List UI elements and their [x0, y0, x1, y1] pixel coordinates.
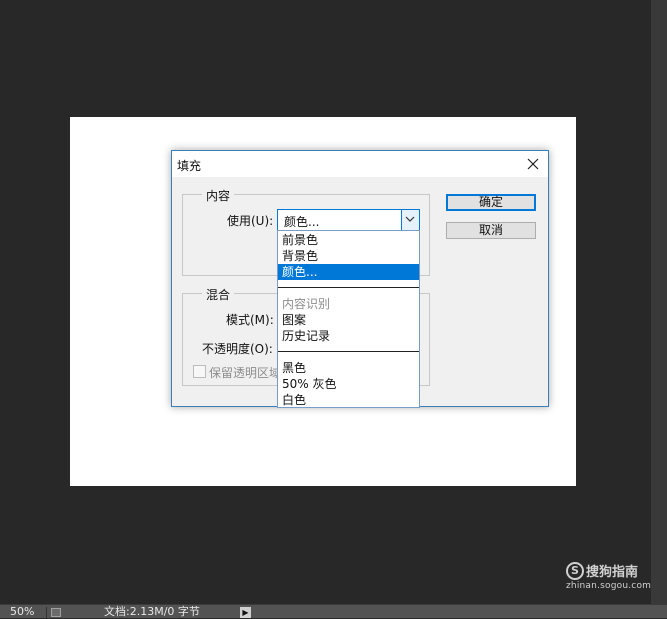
dropdown-separator: [278, 287, 419, 288]
option-black[interactable]: 黑色: [278, 360, 419, 376]
blend-group-label: 混合: [202, 286, 235, 303]
option-history[interactable]: 历史记录: [278, 328, 419, 344]
zoom-level[interactable]: 50%: [10, 605, 34, 619]
dialog-title: 填充: [177, 159, 202, 173]
watermark-name: 搜狗指南: [586, 565, 639, 580]
document-info-icon[interactable]: [51, 608, 61, 617]
option-color[interactable]: 颜色...: [278, 264, 419, 280]
status-divider: [46, 607, 47, 618]
right-panel-edge: [651, 0, 667, 604]
use-select[interactable]: 颜色...: [277, 209, 420, 231]
dropdown-separator: [278, 351, 419, 352]
chevron-down-icon: [405, 216, 415, 222]
document-info: 文档:2.13M/0 字节: [104, 605, 200, 618]
watermark-url: zhinan.sogou.com: [566, 581, 652, 591]
option-content-aware: 内容识别: [282, 297, 331, 311]
watermark: S 搜狗指南 zhinan.sogou.com: [566, 561, 651, 591]
close-icon[interactable]: [524, 155, 542, 173]
use-dropdown-list: 前景色 背景色 颜色... 内容识别 图案 历史记录 黑色 50% 灰色 白色: [277, 230, 420, 408]
content-group-label: 内容: [202, 187, 235, 204]
option-white[interactable]: 白色: [278, 392, 419, 407]
use-select-value: 颜色...: [284, 215, 320, 229]
option-gray-50[interactable]: 50% 灰色: [278, 376, 419, 392]
cancel-button[interactable]: 取消: [446, 222, 536, 239]
option-pattern[interactable]: 图案: [278, 312, 419, 328]
option-foreground-color[interactable]: 前景色: [278, 232, 419, 248]
status-menu-arrow-icon[interactable]: ▶: [240, 607, 251, 618]
mode-label: 模式(M):: [226, 313, 274, 327]
opacity-label: 不透明度(O):: [202, 342, 273, 356]
dialog-titlebar[interactable]: 填充: [172, 151, 548, 177]
ok-button[interactable]: 确定: [446, 194, 536, 211]
option-background-color[interactable]: 背景色: [278, 248, 419, 264]
preserve-transparency-label: 保留透明区域: [209, 366, 282, 380]
preserve-transparency-checkbox[interactable]: [193, 365, 206, 378]
use-select-toggle[interactable]: [401, 210, 419, 230]
status-bar: 50% 文档:2.13M/0 字节 ▶: [0, 604, 667, 618]
use-label: 使用(U):: [227, 214, 274, 228]
sogou-logo-icon: S: [566, 561, 584, 580]
